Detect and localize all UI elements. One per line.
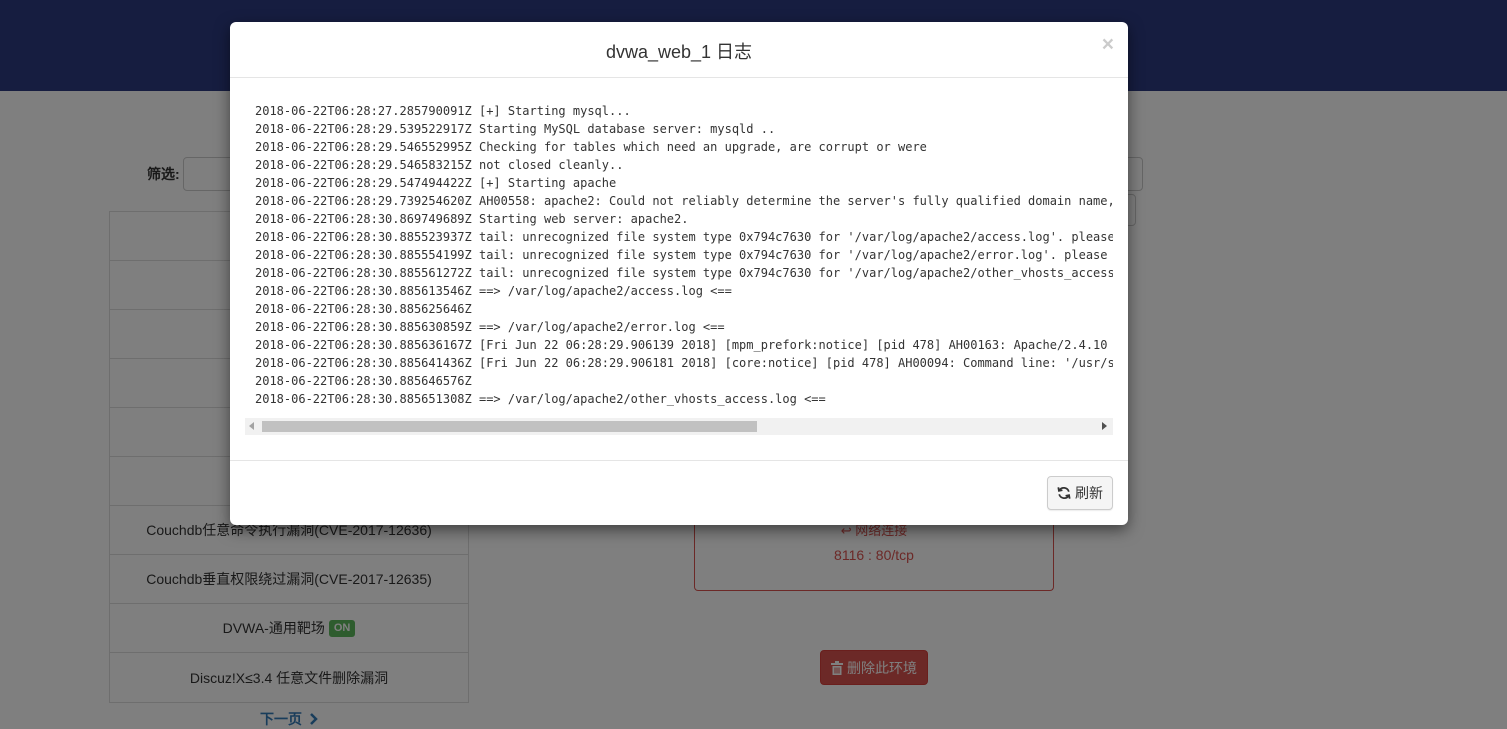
log-line: 2018-06-22T06:28:30.885636167Z [Fri Jun …	[255, 338, 1113, 352]
log-line: 2018-06-22T06:28:30.885641436Z [Fri Jun …	[255, 356, 1113, 370]
log-line: 2018-06-22T06:28:30.885523937Z tail: unr…	[255, 230, 1113, 244]
log-line: 2018-06-22T06:28:30.885613546Z ==> /var/…	[255, 284, 732, 298]
close-icon[interactable]: ×	[1102, 34, 1114, 55]
log-line: 2018-06-22T06:28:30.869749689Z Starting …	[255, 212, 689, 226]
log-line: 2018-06-22T06:28:29.546552995Z Checking …	[255, 140, 927, 154]
log-line: 2018-06-22T06:28:30.885554199Z tail: unr…	[255, 248, 1113, 262]
log-line: 2018-06-22T06:28:29.739254620Z AH00558: …	[255, 194, 1113, 208]
modal-title: dvwa_web_1 日志	[605, 42, 753, 62]
modal-body: 2018-06-22T06:28:27.285790091Z [+] Start…	[245, 92, 1113, 438]
log-line: 2018-06-22T06:28:30.885625646Z	[255, 302, 472, 316]
log-line: 2018-06-22T06:28:27.285790091Z [+] Start…	[255, 104, 631, 118]
log-line: 2018-06-22T06:28:30.885630859Z ==> /var/…	[255, 320, 725, 334]
log-line: 2018-06-22T06:28:30.885651308Z ==> /var/…	[255, 392, 826, 406]
refresh-label: 刷新	[1075, 485, 1103, 501]
log-line: 2018-06-22T06:28:29.547494422Z [+] Start…	[255, 176, 617, 190]
log-modal: dvwa_web_1 日志 × 2018-06-22T06:28:27.2857…	[230, 22, 1128, 525]
log-line: 2018-06-22T06:28:30.885646576Z	[255, 374, 472, 388]
refresh-icon	[1057, 486, 1071, 500]
log-line: 2018-06-22T06:28:29.546583215Z not close…	[255, 158, 624, 172]
modal-footer: 刷新	[230, 460, 1128, 525]
horizontal-scrollbar[interactable]	[245, 418, 1113, 435]
scroll-left-arrow-icon[interactable]	[249, 422, 254, 430]
refresh-button[interactable]: 刷新	[1047, 476, 1113, 510]
log-output[interactable]: 2018-06-22T06:28:27.285790091Z [+] Start…	[245, 92, 1113, 438]
log-lines: 2018-06-22T06:28:27.285790091Z [+] Start…	[255, 102, 1113, 408]
scroll-right-arrow-icon[interactable]	[1102, 422, 1107, 430]
scrollbar-thumb[interactable]	[262, 421, 757, 432]
modal-header: dvwa_web_1 日志 ×	[230, 22, 1128, 78]
log-line: 2018-06-22T06:28:29.539522917Z Starting …	[255, 122, 776, 136]
log-line: 2018-06-22T06:28:30.885561272Z tail: unr…	[255, 266, 1113, 280]
